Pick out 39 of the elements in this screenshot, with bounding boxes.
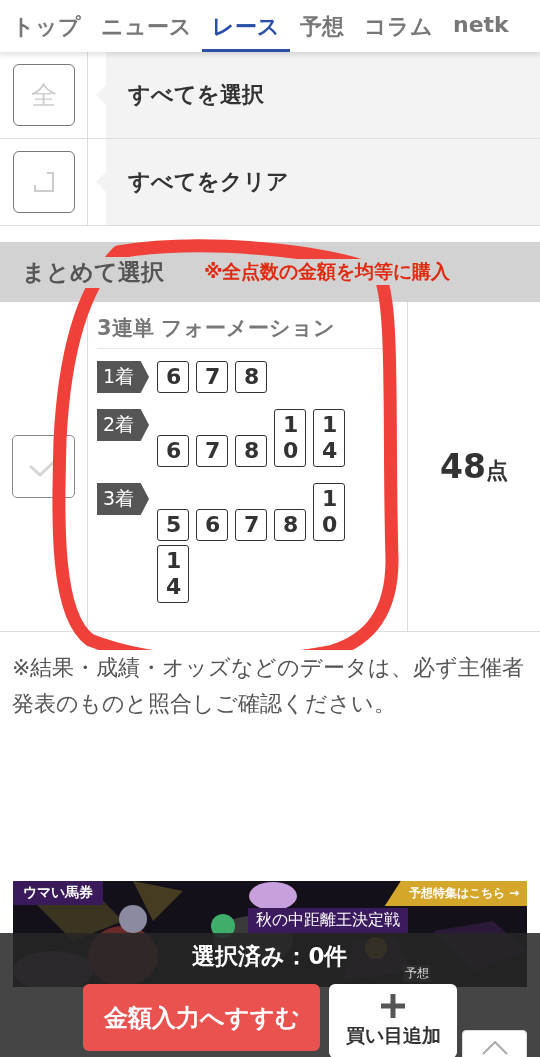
action-label: すべてをクリア	[128, 168, 289, 196]
section-note: ※全点数の金額を均等に購入	[204, 259, 451, 285]
action-label: すべてを選択	[128, 81, 264, 109]
position-label: 3着	[97, 483, 149, 515]
horse-number: 7	[196, 361, 228, 393]
proceed-button[interactable]: 金額入力へすすむ	[83, 984, 320, 1051]
nav-tab[interactable]: ニュース	[91, 0, 202, 52]
banner-headline: 秋の中距離王決定戦	[248, 908, 408, 933]
bet-type-title: 3連単 フォーメーション	[97, 314, 382, 349]
clear-button[interactable]	[12, 151, 75, 213]
banner-brand: ウマい馬券	[13, 881, 103, 905]
section-title: まとめて選択	[22, 256, 164, 288]
horse-number: 8	[274, 509, 306, 541]
horse-number: 6	[196, 509, 228, 541]
points-unit: 点	[485, 456, 508, 485]
position-label: 1着	[97, 361, 149, 393]
banner-tag: 予想	[403, 965, 431, 982]
bracket-icon	[32, 171, 55, 193]
selected-count: 選択済み：0件	[192, 942, 348, 971]
position-label: 2着	[97, 409, 149, 441]
horse-number: 6	[157, 435, 189, 467]
horse-number: 7	[235, 509, 267, 541]
nav-tab[interactable]: トップ	[2, 0, 91, 52]
horse-number: 14	[157, 545, 189, 603]
add-bet-button[interactable]: 買い目追加	[329, 984, 457, 1057]
points-count: 48	[440, 447, 486, 486]
horse-number: 5	[157, 509, 189, 541]
horse-number: 6	[157, 361, 189, 393]
nav-tab[interactable]: コラム	[354, 0, 443, 52]
horse-number: 7	[196, 435, 228, 467]
horse-number: 8	[235, 361, 267, 393]
plus-icon	[380, 993, 406, 1019]
nav-tab[interactable]: 予想	[290, 0, 354, 52]
horse-number: 8	[235, 435, 267, 467]
chevron-up-icon	[481, 1041, 508, 1055]
horse-number: 10	[313, 483, 345, 541]
nav-tab[interactable]: netk	[443, 0, 519, 52]
horse-number: 14	[313, 409, 345, 467]
horse-number: 10	[274, 409, 306, 467]
